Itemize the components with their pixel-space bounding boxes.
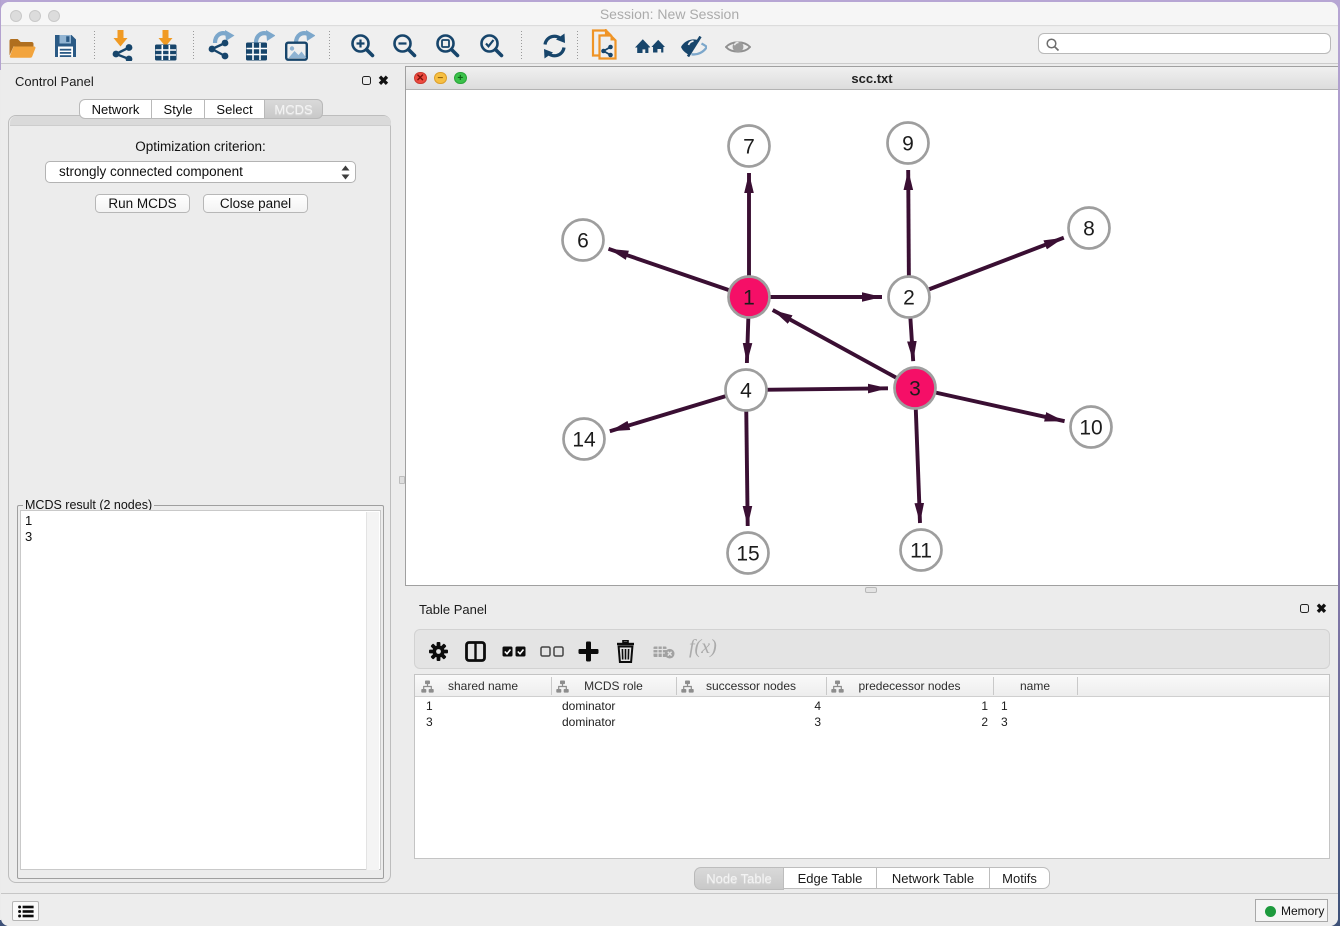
- svg-text:14: 14: [572, 429, 596, 452]
- svg-text:2: 2: [903, 287, 915, 310]
- svg-text:8: 8: [1083, 218, 1095, 241]
- svg-text:3: 3: [909, 378, 921, 401]
- svg-text:11: 11: [910, 540, 932, 563]
- svg-text:1: 1: [743, 287, 755, 310]
- svg-text:4: 4: [740, 380, 752, 403]
- svg-text:10: 10: [1079, 417, 1102, 440]
- svg-text:7: 7: [743, 136, 755, 159]
- svg-text:9: 9: [902, 133, 914, 156]
- svg-text:15: 15: [736, 543, 759, 566]
- svg-text:6: 6: [577, 230, 589, 253]
